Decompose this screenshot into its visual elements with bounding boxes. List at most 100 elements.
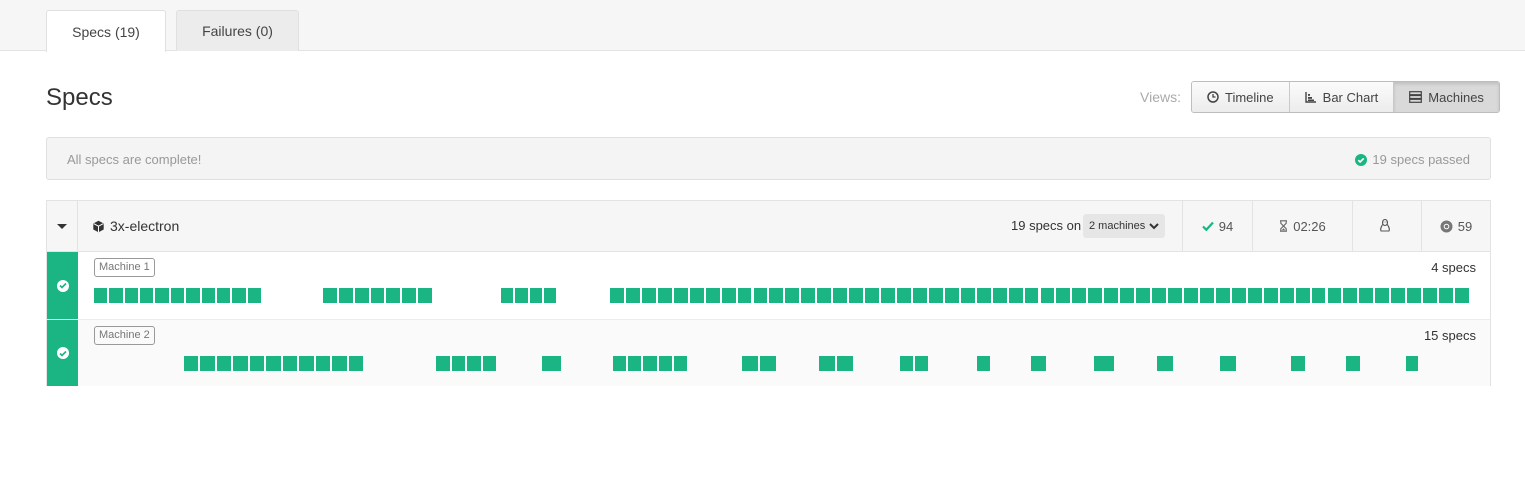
spec-block[interactable] <box>1311 288 1326 303</box>
spec-block[interactable] <box>155 288 169 303</box>
spec-block[interactable] <box>897 288 911 303</box>
spec-block[interactable] <box>1455 288 1469 303</box>
spec-block[interactable] <box>1088 288 1103 303</box>
spec-block[interactable] <box>705 288 720 303</box>
spec-block[interactable] <box>992 288 1007 303</box>
spec-block[interactable] <box>170 288 185 303</box>
spec-block[interactable] <box>543 288 556 303</box>
spec-block[interactable] <box>1094 356 1114 371</box>
spec-block[interactable] <box>1157 356 1173 371</box>
spec-block[interactable] <box>315 356 331 371</box>
spec-block[interactable] <box>467 356 481 371</box>
spec-block[interactable] <box>915 356 928 371</box>
machines-dropdown[interactable]: 2 machines <box>1083 214 1166 238</box>
spec-block[interactable] <box>657 288 672 303</box>
spec-block[interactable] <box>1295 288 1310 303</box>
spec-block[interactable] <box>348 356 363 371</box>
spec-block[interactable] <box>1056 288 1071 303</box>
spec-block[interactable] <box>249 356 265 371</box>
spec-block[interactable] <box>1346 356 1360 371</box>
spec-block[interactable] <box>232 288 246 303</box>
spec-block[interactable] <box>200 356 215 371</box>
spec-block[interactable] <box>960 288 975 303</box>
spec-block[interactable] <box>1024 288 1039 303</box>
spec-block[interactable] <box>482 356 496 371</box>
spec-block[interactable] <box>1104 288 1119 303</box>
spec-block[interactable] <box>628 356 642 371</box>
spec-block[interactable] <box>753 288 768 303</box>
spec-block[interactable] <box>613 356 627 371</box>
spec-block[interactable] <box>1072 288 1087 303</box>
spec-block[interactable] <box>299 356 314 371</box>
spec-block[interactable] <box>140 288 154 303</box>
spec-block[interactable] <box>977 356 990 371</box>
spec-block[interactable] <box>742 356 758 371</box>
spec-block[interactable] <box>354 288 369 303</box>
spec-block[interactable] <box>542 356 561 371</box>
spec-block[interactable] <box>402 288 417 303</box>
spec-block[interactable] <box>658 356 672 371</box>
spec-block[interactable] <box>673 288 688 303</box>
spec-block[interactable] <box>1168 288 1182 303</box>
tab-specs[interactable]: Specs (19) <box>46 10 166 52</box>
spec-block[interactable] <box>1343 288 1358 303</box>
spec-block[interactable] <box>1199 288 1214 303</box>
spec-block[interactable] <box>833 288 848 303</box>
spec-block[interactable] <box>769 288 784 303</box>
spec-block[interactable] <box>849 288 864 303</box>
spec-block[interactable] <box>1263 288 1278 303</box>
spec-block[interactable] <box>1031 356 1046 371</box>
spec-block[interactable] <box>801 288 816 303</box>
spec-block[interactable] <box>515 288 528 303</box>
spec-block[interactable] <box>386 288 401 303</box>
spec-block[interactable] <box>1008 288 1023 303</box>
spec-block[interactable] <box>233 356 248 371</box>
spec-block[interactable] <box>201 288 215 303</box>
spec-block[interactable] <box>785 288 800 303</box>
spec-block[interactable] <box>1120 288 1135 303</box>
spec-block[interactable] <box>817 288 832 303</box>
spec-block[interactable] <box>1423 288 1438 303</box>
spec-block[interactable] <box>1184 288 1198 303</box>
spec-block[interactable] <box>247 288 261 303</box>
spec-block[interactable] <box>1279 288 1294 303</box>
spec-block[interactable] <box>1136 288 1151 303</box>
spec-block[interactable] <box>436 356 450 371</box>
spec-block[interactable] <box>641 288 656 303</box>
spec-block[interactable] <box>1220 356 1236 371</box>
spec-block[interactable] <box>94 288 108 303</box>
spec-block[interactable] <box>881 288 895 303</box>
spec-block[interactable] <box>332 356 347 371</box>
spec-block[interactable] <box>625 288 640 303</box>
spec-block[interactable] <box>501 288 514 303</box>
spec-block[interactable] <box>184 356 199 371</box>
spec-block[interactable] <box>266 356 281 371</box>
spec-block[interactable] <box>643 356 657 371</box>
spec-block[interactable] <box>737 288 752 303</box>
spec-block[interactable] <box>837 356 853 371</box>
spec-block[interactable] <box>109 288 123 303</box>
spec-block[interactable] <box>338 288 353 303</box>
tab-failures[interactable]: Failures (0) <box>176 10 299 51</box>
spec-block[interactable] <box>216 288 231 303</box>
spec-block[interactable] <box>912 288 927 303</box>
spec-block[interactable] <box>928 288 943 303</box>
spec-block[interactable] <box>1407 288 1422 303</box>
spec-block[interactable] <box>760 356 776 371</box>
spec-block[interactable] <box>1247 288 1262 303</box>
spec-block[interactable] <box>1439 288 1454 303</box>
spec-block[interactable] <box>944 288 959 303</box>
spec-block[interactable] <box>529 288 542 303</box>
bar-chart-view-button[interactable]: Bar Chart <box>1289 82 1395 112</box>
spec-block[interactable] <box>1359 288 1374 303</box>
collapse-toggle[interactable] <box>47 201 78 251</box>
spec-block[interactable] <box>1040 288 1055 303</box>
spec-block[interactable] <box>689 288 704 303</box>
spec-block[interactable] <box>282 356 298 371</box>
spec-block[interactable] <box>323 288 337 303</box>
spec-block[interactable] <box>1291 356 1305 371</box>
spec-block[interactable] <box>1391 288 1406 303</box>
timeline-view-button[interactable]: Timeline <box>1192 82 1290 112</box>
spec-block[interactable] <box>186 288 200 303</box>
spec-block[interactable] <box>124 288 139 303</box>
